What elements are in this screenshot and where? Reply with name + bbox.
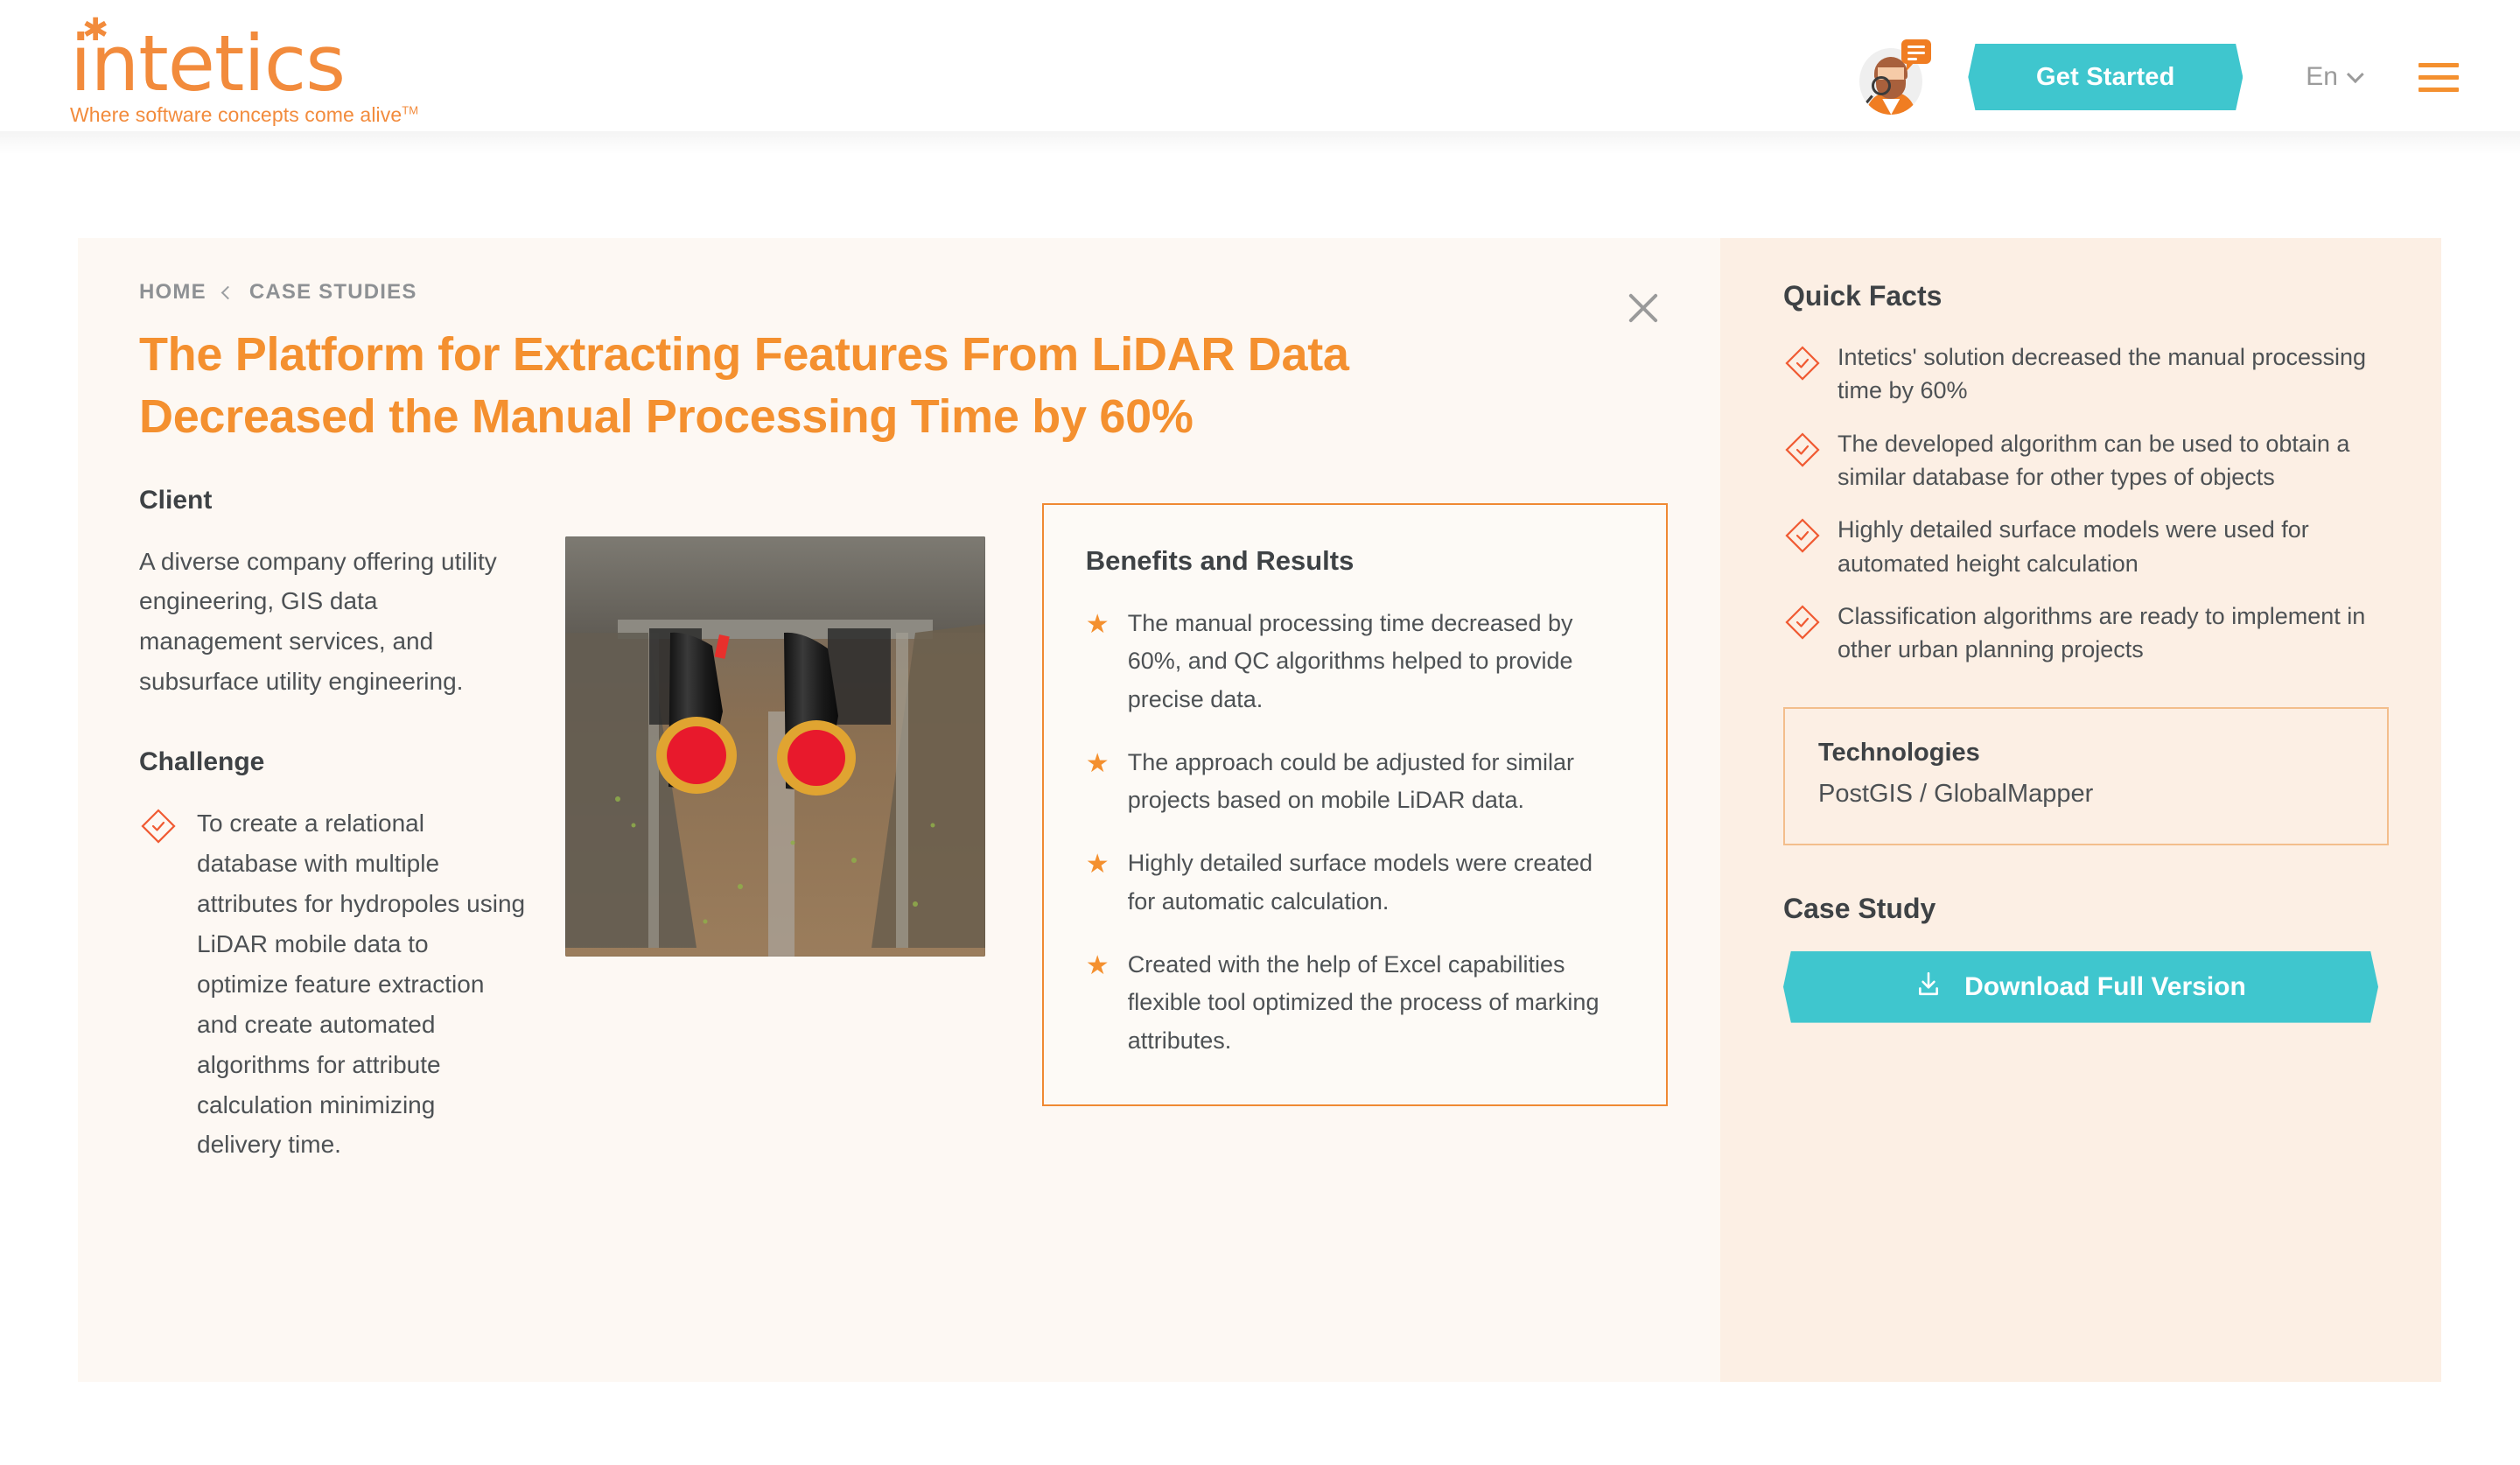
- site-header: ✱ intetics Where software concepts come …: [0, 0, 2520, 154]
- close-icon[interactable]: [1622, 287, 1664, 329]
- challenge-item-text: To create a relational database with mul…: [197, 810, 526, 1159]
- column-photo: [565, 486, 1018, 1166]
- list-item: Classification algorithms are ready to i…: [1783, 599, 2389, 667]
- technologies-heading: Technologies: [1818, 738, 1980, 767]
- list-item: To create a relational database with mul…: [139, 803, 525, 1165]
- logo-wordmark: ✱ intetics: [70, 14, 346, 102]
- quick-fact-text: Intetics' solution decreased the manual …: [1838, 344, 2367, 404]
- diamond-check-icon: [139, 807, 178, 845]
- challenge-list: To create a relational database with mul…: [139, 803, 525, 1165]
- benefit-text: Highly detailed surface models were crea…: [1127, 850, 1592, 915]
- client-text: A diverse company offering utility engin…: [139, 547, 497, 696]
- star-icon: ✱: [82, 11, 108, 48]
- star-icon: ★: [1085, 609, 1110, 639]
- site-logo[interactable]: ✱ intetics Where software concepts come …: [70, 14, 419, 128]
- challenge-heading: Challenge: [139, 747, 265, 777]
- diamond-check-icon: [1783, 431, 1822, 469]
- star-icon: ★: [1085, 850, 1110, 880]
- quick-fact-text: Highly detailed surface models were used…: [1838, 516, 2309, 577]
- hamburger-menu-icon[interactable]: [2418, 62, 2459, 92]
- download-full-version-button[interactable]: Download Full Version: [1783, 950, 2378, 1023]
- benefits-list: ★ The manual processing time decreased b…: [1086, 605, 1620, 1061]
- header-actions: Get Started En: [1856, 39, 2459, 115]
- column-benefits: Benefits and Results ★ The manual proces…: [1041, 486, 1668, 1166]
- star-icon: ★: [1085, 748, 1110, 778]
- case-study-main: HOME CASE STUDIES The Platform for Extra…: [78, 238, 1720, 1382]
- technologies-value: PostGIS / GlobalMapper: [1818, 779, 2094, 808]
- client-heading: Client: [139, 485, 213, 515]
- language-label: En: [2306, 62, 2338, 91]
- page-title: The Platform for Extracting Features Fro…: [139, 328, 1349, 444]
- quick-fact-text: The developed algorithm can be used to o…: [1838, 430, 2350, 490]
- diamond-check-icon: [1783, 516, 1822, 555]
- chevron-down-icon: [2346, 66, 2364, 84]
- language-selector[interactable]: En: [2306, 62, 2364, 92]
- logo-text: intetics: [70, 18, 346, 109]
- breadcrumb: HOME CASE STUDIES: [139, 280, 1668, 305]
- quick-facts-sidebar: Quick Facts Intetics' solution decreased…: [1720, 238, 2441, 1382]
- quick-facts-title: Quick Facts: [1783, 280, 1942, 312]
- quick-facts-list: Intetics' solution decreased the manual …: [1783, 340, 2389, 667]
- case-study-title: Case Study: [1783, 892, 1936, 924]
- breadcrumb-home[interactable]: HOME: [139, 280, 206, 305]
- list-item: ★ Created with the help of Excel capabil…: [1086, 946, 1620, 1061]
- star-icon: ★: [1085, 950, 1110, 980]
- construction-trench-pipes-photo: [565, 536, 986, 957]
- quick-fact-text: Classification algorithms are ready to i…: [1838, 602, 2366, 663]
- benefit-text: The approach could be adjusted for simil…: [1127, 748, 1574, 814]
- download-button-label: Download Full Version: [1964, 971, 2246, 1001]
- list-item: Highly detailed surface models were used…: [1783, 513, 2389, 580]
- list-item: The developed algorithm can be used to o…: [1783, 427, 2389, 494]
- diamond-check-icon: [1783, 603, 1822, 641]
- chevron-left-icon: [220, 285, 235, 299]
- download-icon: [1915, 971, 1942, 1004]
- get-started-button[interactable]: Get Started: [1968, 44, 2244, 110]
- case-study-panel: HOME CASE STUDIES The Platform for Extra…: [78, 238, 2441, 1382]
- list-item: ★ Highly detailed surface models were cr…: [1086, 845, 1620, 921]
- chat-bubble-icon: [1901, 39, 1932, 71]
- benefit-text: The manual processing time decreased by …: [1127, 609, 1573, 712]
- benefits-title: Benefits and Results: [1085, 544, 1354, 576]
- column-client-challenge: Client A diverse company offering utilit…: [139, 486, 565, 1166]
- list-item: ★ The approach could be adjusted for sim…: [1086, 744, 1620, 820]
- breadcrumb-case-studies[interactable]: CASE STUDIES: [249, 280, 417, 305]
- support-agent-avatar[interactable]: [1856, 39, 1932, 115]
- content-columns: Client A diverse company offering utilit…: [139, 486, 1668, 1166]
- trademark-mark: TM: [402, 103, 419, 117]
- list-item: ★ The manual processing time decreased b…: [1086, 605, 1620, 719]
- diamond-check-icon: [1783, 344, 1822, 382]
- benefit-text: Created with the help of Excel capabilit…: [1127, 950, 1600, 1055]
- benefits-and-results-box: Benefits and Results ★ The manual proces…: [1041, 502, 1668, 1106]
- technologies-box: Technologies PostGIS / GlobalMapper: [1783, 706, 2389, 845]
- list-item: Intetics' solution decreased the manual …: [1783, 340, 2389, 408]
- chat-bubble-lines: [1908, 46, 1926, 64]
